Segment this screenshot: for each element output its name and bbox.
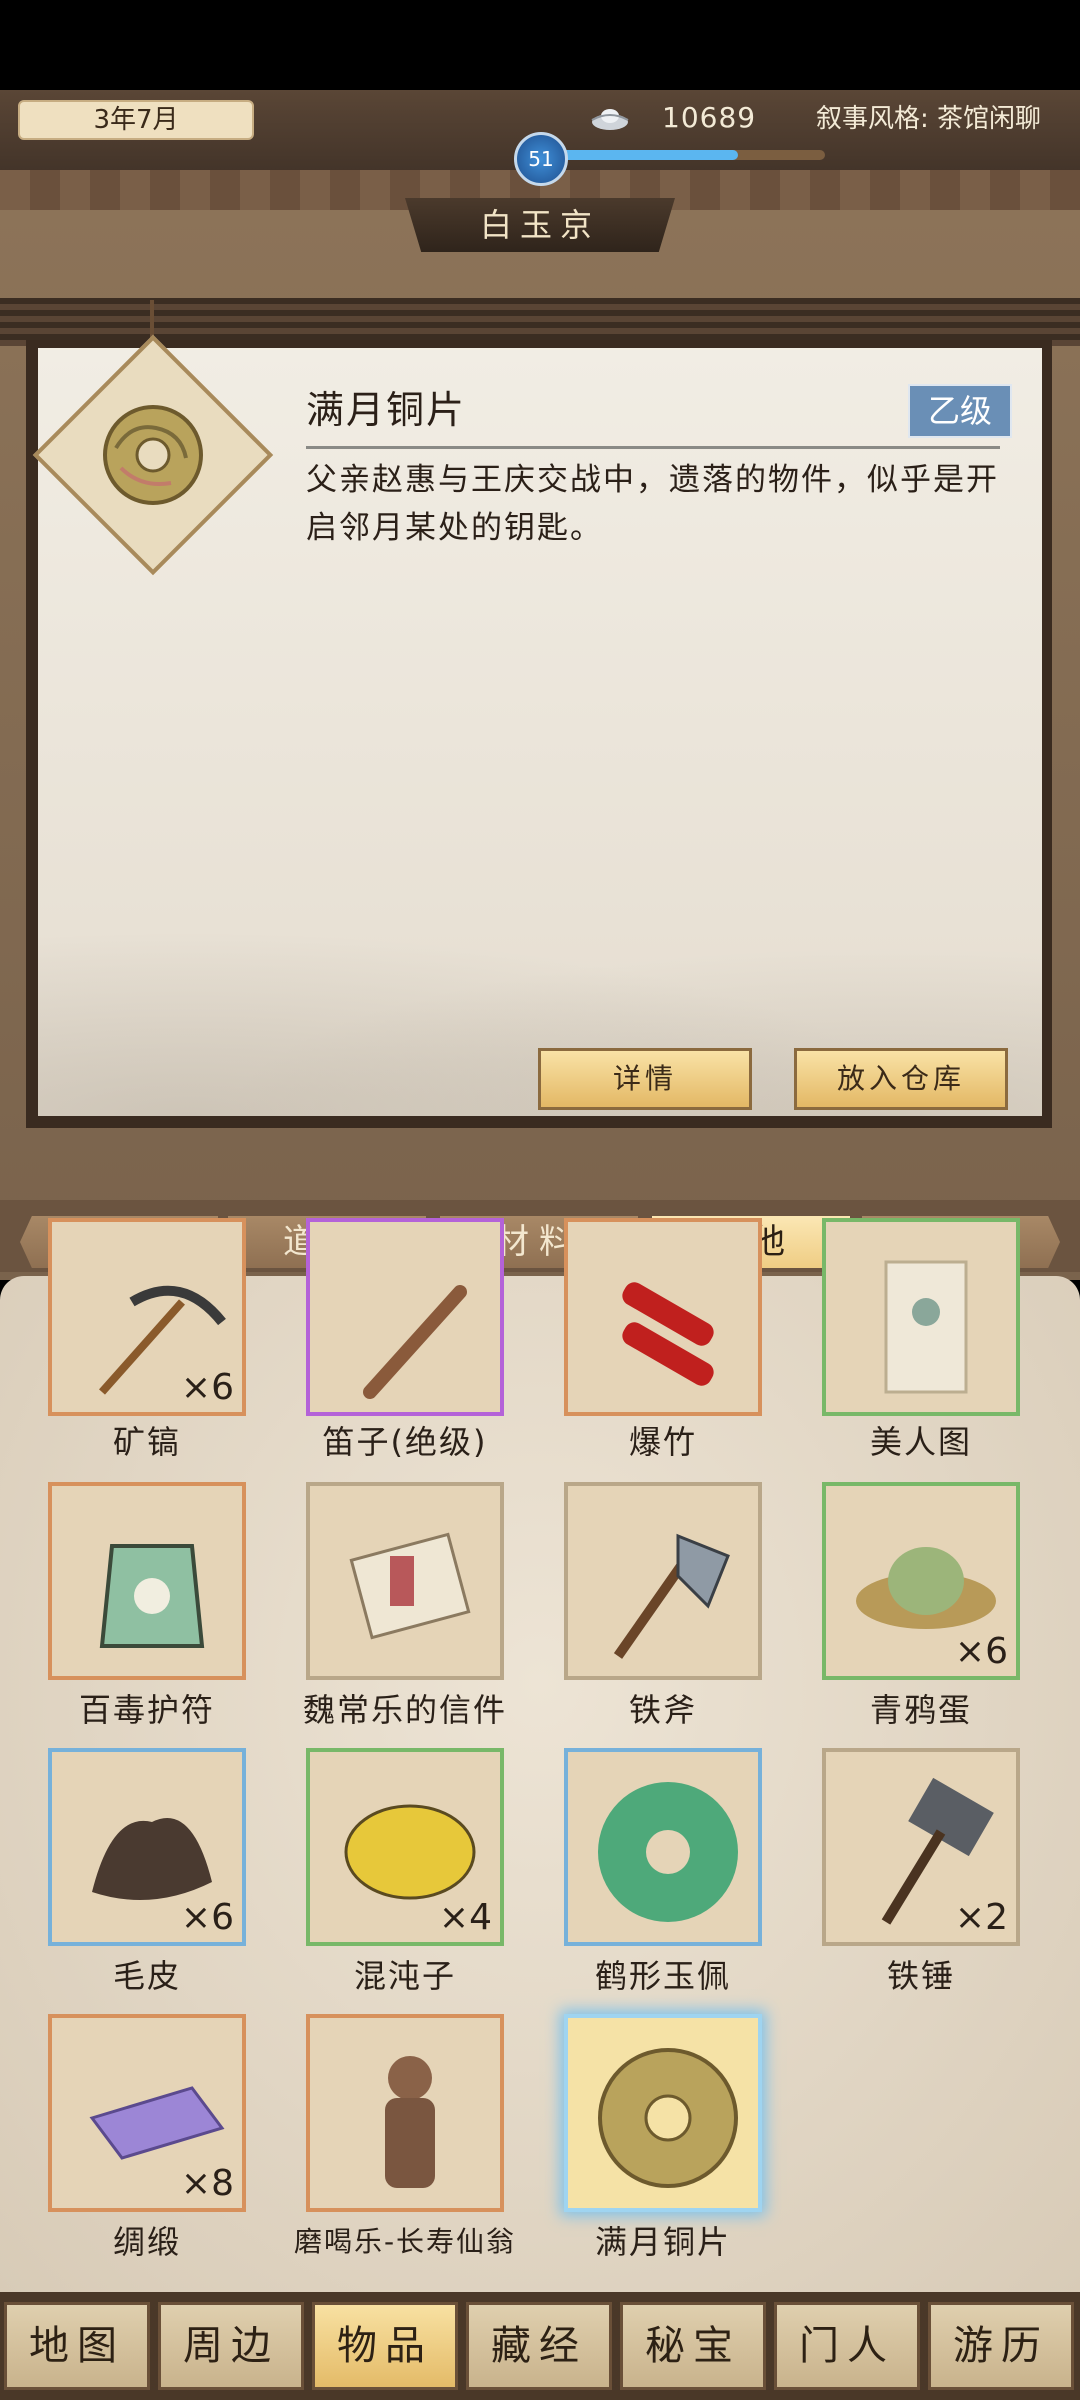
item-name: 青鸦蛋: [869, 1691, 972, 1729]
item-name: 铁斧: [628, 1691, 697, 1729]
nav-scriptures[interactable]: 藏经: [466, 2302, 612, 2390]
system-status-bar: [0, 0, 1080, 90]
item-slot-antidote-amulet[interactable]: [48, 1482, 246, 1680]
nav-travel[interactable]: 游历: [928, 2302, 1074, 2390]
item-slot-crane-jade-pendant[interactable]: [564, 1748, 762, 1946]
store-in-warehouse-button[interactable]: 放入仓库: [794, 1048, 1008, 1110]
item-description: 父亲赵惠与王庆交战中，遗落的物件，似乎是开启邻月某处的钥匙。: [306, 462, 999, 546]
item-slot-chaos-stone[interactable]: ×4: [306, 1748, 504, 1946]
item-name: 美人图: [869, 1423, 972, 1461]
item-slot-firecracker[interactable]: [564, 1218, 762, 1416]
letter-icon: [349, 1532, 471, 1640]
item-slot-beauty-painting[interactable]: [822, 1218, 1020, 1416]
grade-badge: 乙级: [908, 384, 1012, 438]
amulet-pouch-icon: [99, 1544, 205, 1648]
figurine-icon: [385, 2056, 435, 2188]
silver-amount: 10689: [662, 101, 757, 134]
item-slot-iron-axe[interactable]: [564, 1482, 762, 1680]
level-badge: 51: [514, 132, 568, 186]
bronze-disc-icon: [598, 2048, 738, 2188]
title-divider: [306, 446, 1000, 449]
wooden-beam: [0, 298, 1080, 346]
item-name: 爆竹: [628, 1423, 697, 1461]
item-slot-iron-hammer[interactable]: ×2: [822, 1748, 1020, 1946]
item-quantity: ×6: [954, 1631, 1008, 1672]
item-slot-letter[interactable]: [306, 1482, 504, 1680]
item-name: 磨喝乐-长寿仙翁: [293, 2225, 517, 2258]
item-name: 矿镐: [112, 1423, 181, 1461]
item-name: 笛子(绝级): [322, 1423, 488, 1461]
item-name: 满月铜片: [594, 2223, 731, 2261]
item-slot-pickaxe[interactable]: ×6: [48, 1218, 246, 1416]
item-title: 满月铜片: [306, 388, 467, 432]
item-name: 鹤形玉佩: [594, 1957, 731, 1995]
nav-items[interactable]: 物品: [312, 2302, 458, 2390]
nav-map[interactable]: 地图: [4, 2302, 150, 2390]
location-name: 白玉京: [479, 206, 600, 244]
axe-icon: [613, 1533, 730, 1659]
item-quantity: ×6: [180, 1367, 234, 1408]
item-quantity: ×4: [438, 1897, 492, 1938]
item-slot-green-crow-egg[interactable]: ×6: [822, 1482, 1020, 1680]
jade-pendant-icon: [598, 1782, 738, 1922]
item-slot-silk[interactable]: ×8: [48, 2014, 246, 2212]
item-slot-fur[interactable]: ×6: [48, 1748, 246, 1946]
silver-ingot-icon: [591, 109, 629, 130]
bronze-disc-icon: [103, 405, 203, 505]
item-name: 混沌子: [353, 1957, 456, 1995]
date-display: 3年7月: [18, 100, 254, 140]
item-quantity: ×2: [954, 1897, 1008, 1938]
details-button[interactable]: 详情: [538, 1048, 752, 1110]
item-name: 绸缎: [112, 2223, 181, 2261]
item-name: 毛皮: [112, 1957, 181, 1995]
item-slot-full-moon-bronze[interactable]: [564, 2014, 762, 2212]
item-name: 百毒护符: [78, 1691, 215, 1729]
nav-treasures[interactable]: 秘宝: [620, 2302, 766, 2390]
narrative-style[interactable]: 叙事风格: 茶馆闲聊: [816, 100, 1041, 138]
item-name: 铁锤: [886, 1957, 955, 1995]
item-quantity: ×8: [180, 2163, 234, 2204]
item-slot-longevity-figurine[interactable]: [306, 2014, 504, 2212]
level-progress-fill: [560, 150, 738, 160]
flute-icon: [363, 1285, 467, 1399]
item-name: 魏常乐的信件: [302, 1691, 507, 1729]
item-slot-flute[interactable]: [306, 1218, 504, 1416]
nav-nearby[interactable]: 周边: [158, 2302, 304, 2390]
painting-icon: [884, 1260, 968, 1394]
nav-disciples[interactable]: 门人: [774, 2302, 920, 2390]
firecracker-icon: [622, 1282, 714, 1386]
item-quantity: ×6: [180, 1897, 234, 1938]
